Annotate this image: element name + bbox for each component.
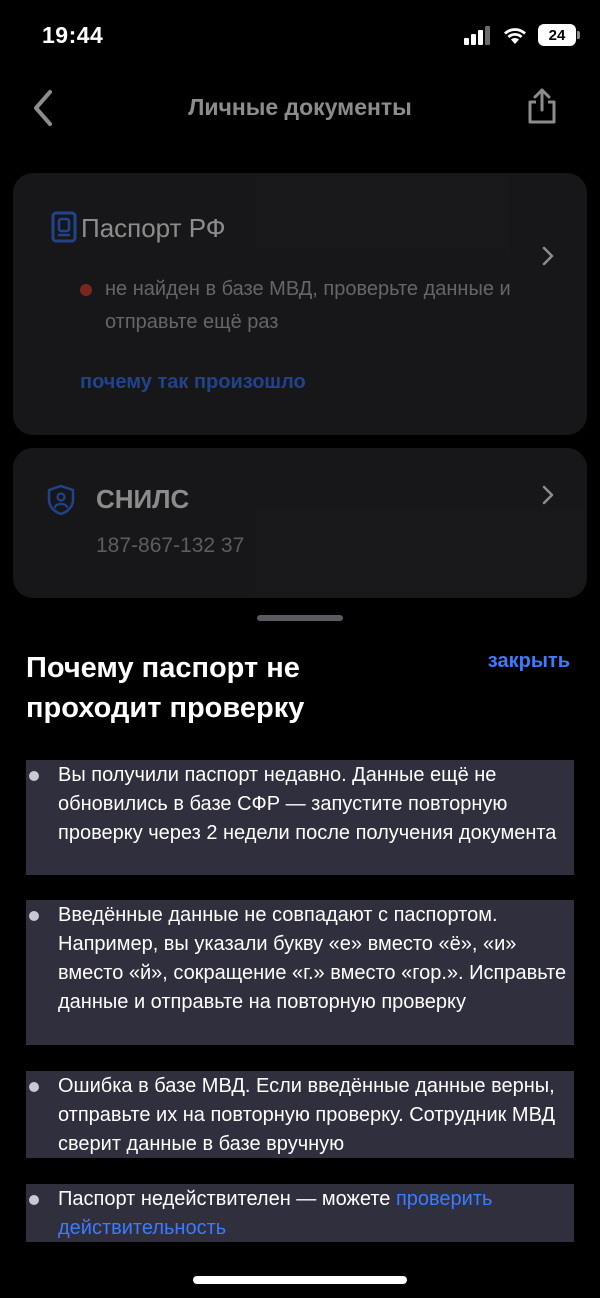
status-icons: 24 [464,24,580,46]
snils-number: 187-867-132 37 [96,534,245,557]
passport-card[interactable]: Паспорт РФ не найден в базе МВД, проверь… [13,173,587,435]
reason-item: Ошибка в базе МВД. Если введённые данные… [26,1071,574,1158]
reason-text: Введённые данные не совпадают с паспорто… [58,904,567,1013]
status-bar: 19:44 24 [0,0,600,74]
error-status-dot [80,284,92,296]
bullet-dot [29,1195,39,1205]
nav-bar: Личные документы [0,74,600,144]
shield-person-icon [47,484,75,516]
why-happened-link[interactable]: почему так произошло [80,371,306,394]
snils-title: СНИЛС [96,484,190,514]
reason-item: Паспорт недействителен — можете проверит… [26,1184,574,1242]
reason-text: Паспорт недействителен — можете проверит… [58,1185,574,1243]
status-time: 19:44 [42,22,104,48]
passport-title: Паспорт РФ [81,213,226,243]
reason-text: Вы получили паспорт недавно. Данные ещё … [58,764,557,844]
chevron-right-icon [542,246,554,266]
share-icon[interactable] [526,86,558,126]
reason-text: Ошибка в базе МВД. Если введённые данные… [58,1075,556,1155]
close-button[interactable]: закрыть [488,650,570,673]
reason-item: Вы получили паспорт недавно. Данные ещё … [26,760,574,875]
reason-item: Введённые данные не совпадают с паспорто… [26,900,574,1045]
info-sheet: Почему паспорт не проходит проверку закр… [0,600,600,1298]
sheet-title: Почему паспорт не проходит проверку [26,652,305,724]
reason-text-part: Паспорт недействителен — можете [58,1188,396,1210]
sheet-grabber[interactable] [257,615,343,621]
cellular-signal-icon [464,26,490,45]
snils-card[interactable]: СНИЛС 187-867-132 37 [13,448,587,598]
wifi-icon [504,28,526,44]
passport-status-text: не найден в базе МВД, проверьте данные и… [105,278,511,333]
home-indicator[interactable] [193,1276,407,1284]
chevron-right-icon [542,485,554,505]
page-title: Личные документы [188,94,412,120]
battery-level: 24 [548,26,566,44]
documents-page: Личные документы Паспорт РФ не найден в … [0,74,600,614]
bullet-dot [29,771,39,781]
battery-icon: 24 [538,24,580,46]
passport-icon [51,211,77,243]
screen: 19:44 24 Личные документы Паспорт РФ не … [0,0,600,1298]
bullet-dot [29,1082,39,1092]
bullet-dot [29,911,39,921]
